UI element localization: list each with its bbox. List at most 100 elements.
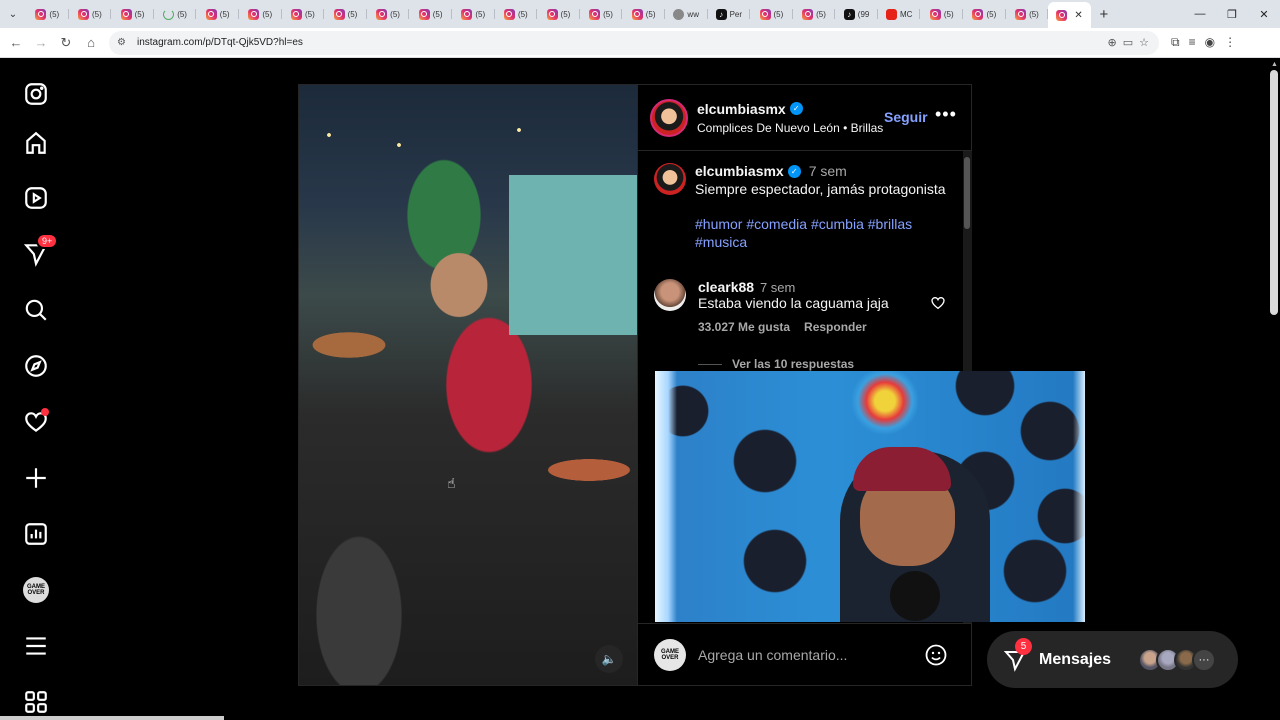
profile-avatar-image: GAME OVER: [23, 577, 49, 603]
browser-tab[interactable]: (5): [409, 3, 452, 25]
tab-search-chevron-icon[interactable]: ⌄: [0, 0, 26, 28]
browser-tab[interactable]: ✕: [1048, 2, 1091, 28]
commenter-avatar[interactable]: [654, 279, 686, 311]
comments-scrollbar-thumb[interactable]: [964, 157, 970, 229]
browser-tab[interactable]: ww: [665, 3, 708, 25]
tab-title: (5): [304, 9, 315, 19]
browser-tab[interactable]: MC: [878, 3, 921, 25]
browser-tab[interactable]: (5): [26, 3, 69, 25]
tab-title: (5): [816, 9, 826, 19]
explore-compass-icon[interactable]: [22, 352, 50, 380]
close-tab-icon[interactable]: ✕: [1074, 10, 1082, 21]
browser-tab[interactable]: (5): [1006, 3, 1049, 25]
more-avatars-icon: ···: [1192, 647, 1216, 672]
like-comment-heart-icon[interactable]: [930, 295, 946, 311]
reply-button[interactable]: Responder: [804, 320, 867, 334]
notifications-heart-icon[interactable]: [22, 408, 50, 436]
view-replies-button[interactable]: Ver las 10 respuestas: [698, 357, 854, 371]
browser-tab[interactable]: (5): [920, 3, 963, 25]
page-scrollbar-thumb[interactable]: [1270, 70, 1278, 315]
comment-likes[interactable]: 33.027 Me gusta: [698, 320, 790, 334]
zoom-icon[interactable]: ⊕: [1108, 36, 1117, 49]
instagram-icon: [461, 8, 473, 20]
minimize-icon[interactable]: —: [1184, 0, 1216, 28]
author-username[interactable]: elcumbiasmx: [697, 101, 786, 117]
browser-tab[interactable]: (5): [495, 3, 538, 25]
new-tab-button[interactable]: +: [1091, 6, 1117, 23]
browser-tab[interactable]: (5): [69, 3, 112, 25]
site-info-icon[interactable]: ⚙: [117, 37, 131, 48]
profile-icon[interactable]: ◉: [1205, 35, 1215, 50]
browser-tab[interactable]: (5): [111, 3, 154, 25]
browser-tab[interactable]: (5): [452, 3, 495, 25]
search-icon[interactable]: [22, 296, 50, 324]
bookmark-star-icon[interactable]: ☆: [1139, 36, 1149, 49]
browser-tab-bar: ⌄ (5) (5) (5) (5) (5) (5) (5) (5) (5) (5) (5) (5) (5…: [0, 0, 1280, 28]
emoji-icon[interactable]: [924, 643, 948, 667]
restore-icon[interactable]: ❐: [1216, 0, 1248, 28]
browser-tab[interactable]: (5): [196, 3, 239, 25]
tab-title: MC: [899, 9, 913, 19]
more-options-icon[interactable]: •••: [935, 104, 957, 125]
instagram-icon: [631, 8, 643, 20]
author-avatar[interactable]: [650, 98, 688, 137]
reload-icon[interactable]: ↻: [54, 31, 78, 55]
loading-icon: [163, 8, 175, 20]
reels-icon[interactable]: [22, 184, 50, 212]
dashboard-icon[interactable]: [22, 520, 50, 548]
caption-hashtags[interactable]: #humor #comedia #cumbia #brillas #musica: [695, 215, 955, 251]
browser-tab[interactable]: ♪ Per: [708, 3, 751, 25]
tab-title: (5): [49, 9, 60, 19]
browser-tab[interactable]: (5): [282, 3, 325, 25]
browser-tab[interactable]: ♪ (99: [835, 3, 878, 25]
follow-button[interactable]: Seguir: [884, 109, 928, 125]
tab-title: (5): [645, 9, 656, 19]
instagram-logo-icon[interactable]: [22, 80, 50, 108]
home-icon[interactable]: ⌂: [79, 31, 103, 55]
browser-tab[interactable]: (5): [324, 3, 367, 25]
also-from-meta-icon[interactable]: [22, 688, 50, 716]
comment-input[interactable]: [698, 646, 918, 663]
audio-toggle-icon[interactable]: 🔈: [595, 645, 623, 673]
browser-tab[interactable]: (5): [580, 3, 623, 25]
browser-tab[interactable]: (5): [793, 3, 836, 25]
mouse-cursor-icon: ☝: [447, 475, 456, 491]
cast-icon[interactable]: ▭: [1123, 36, 1133, 49]
comment-author[interactable]: cleark88: [698, 279, 754, 295]
browser-tab[interactable]: (5): [367, 3, 410, 25]
caption-author-avatar[interactable]: [654, 163, 686, 195]
browser-tab[interactable]: (5): [963, 3, 1006, 25]
instagram-icon: [35, 8, 47, 20]
messages-label: Mensajes: [1039, 650, 1112, 668]
close-window-icon[interactable]: ✕: [1248, 0, 1280, 28]
instagram-icon: [972, 8, 984, 20]
browser-tab[interactable]: (5): [239, 3, 282, 25]
browser-tab[interactable]: (5): [537, 3, 580, 25]
back-icon[interactable]: ←: [4, 31, 28, 55]
instagram-icon: [78, 8, 89, 20]
browser-tab[interactable]: (5): [622, 3, 665, 25]
horizontal-scrollbar[interactable]: [0, 716, 224, 720]
tab-title: (5): [517, 9, 528, 19]
create-plus-icon[interactable]: [22, 464, 50, 492]
browser-tab[interactable]: (5): [750, 3, 793, 25]
post-video[interactable]: ☝ 🔈: [299, 85, 637, 685]
caption-time: 7 sem: [808, 163, 847, 179]
profile-avatar[interactable]: GAME OVER: [22, 576, 50, 604]
extensions-puzzle-icon[interactable]: ⧉: [1171, 35, 1180, 50]
page-scroll-up-icon[interactable]: ▲: [1271, 61, 1278, 68]
reading-list-icon[interactable]: ≡: [1189, 35, 1196, 50]
address-bar[interactable]: ⚙ instagram.com/p/DTqt-Qjk5VD?hl=es ⊕ ▭ …: [109, 30, 1159, 55]
instagram-icon: [503, 8, 515, 20]
browser-menu-icon[interactable]: ⋮: [1224, 35, 1236, 50]
messenger-icon[interactable]: 9+: [22, 233, 59, 268]
post-location[interactable]: Complices De Nuevo León • Brillas: [697, 121, 883, 135]
caption-author[interactable]: elcumbiasmx: [695, 163, 784, 179]
tab-title: (5): [773, 9, 784, 19]
browser-tab[interactable]: (5): [154, 3, 197, 25]
forward-icon[interactable]: →: [29, 31, 53, 55]
messages-button[interactable]: 5 Mensajes ···: [987, 631, 1238, 688]
more-menu-icon[interactable]: [22, 632, 50, 660]
home-nav-icon[interactable]: [22, 129, 50, 157]
post-caption: elcumbiasmx ✓ 7 sem Siempre espectador, …: [654, 163, 955, 251]
